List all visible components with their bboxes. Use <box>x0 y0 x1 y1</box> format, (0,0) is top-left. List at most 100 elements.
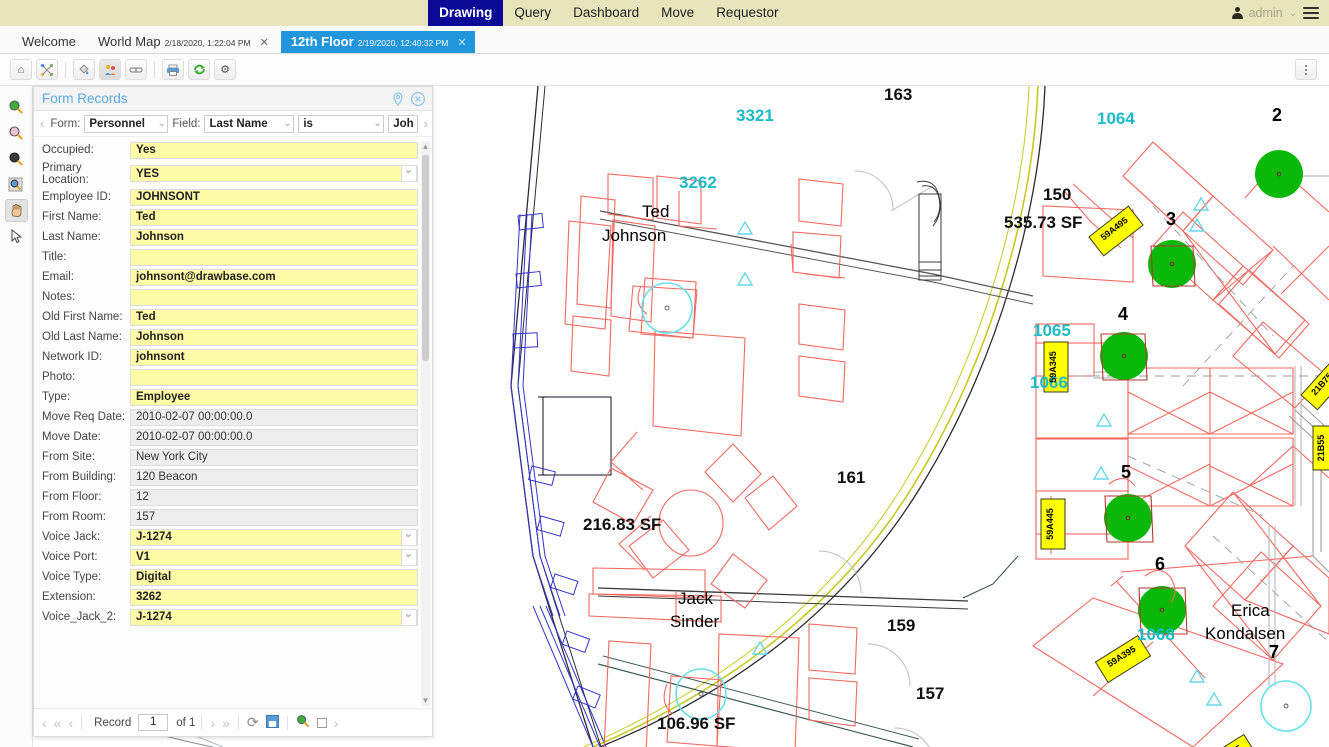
nav-item-query[interactable]: Query <box>503 0 562 26</box>
home-icon[interactable]: ⌂ <box>10 59 32 80</box>
toolbar-separator <box>65 61 66 78</box>
more-options-icon[interactable] <box>1295 59 1317 80</box>
site-boundary-yellow <box>592 86 1039 747</box>
first-record-icon[interactable]: ‹ <box>40 715 49 731</box>
nav-item-requestor[interactable]: Requestor <box>705 0 789 26</box>
tab-timestamp: 2/18/2020, 1:22:04 PM <box>164 38 251 48</box>
field-input-photo[interactable] <box>130 368 418 386</box>
field-input-voice-port[interactable]: V1 <box>130 547 418 566</box>
asset-number-4: 4 <box>1118 304 1128 324</box>
site-boundary-dark <box>599 86 1046 747</box>
refresh-icon[interactable]: ⟳ <box>245 714 261 731</box>
prev-record-icon[interactable]: ‹ <box>66 715 75 731</box>
field-input-voice-jack[interactable]: J-1274 <box>130 527 418 546</box>
field-input-title[interactable] <box>130 248 418 266</box>
field-label: From Building: <box>42 471 117 483</box>
user-menu[interactable]: admin ⌄ <box>1231 4 1320 22</box>
tag-text-59a345: 59A345 <box>1048 351 1058 383</box>
zoom-in-icon[interactable] <box>5 95 28 118</box>
people-icon[interactable] <box>99 59 121 80</box>
person-marker-ted-johnson <box>641 282 693 334</box>
search-value-input[interactable]: Joh <box>388 114 418 133</box>
drawing-toolbar: ⌂ ⚙ <box>0 54 1329 86</box>
save-icon[interactable] <box>264 714 281 731</box>
panel-title: Form Records <box>42 91 128 106</box>
record-number-input[interactable]: 1 <box>138 714 169 731</box>
dropdown-button[interactable] <box>401 528 417 546</box>
dropdown-button[interactable] <box>401 548 417 566</box>
field-value: YES <box>136 167 160 180</box>
field-label: Voice Jack: <box>42 531 101 543</box>
dropdown-button[interactable] <box>401 165 417 182</box>
tab-12th-floor[interactable]: 12th Floor 2/19/2020, 12:40:32 PM ✕ <box>280 31 475 53</box>
settings-icon[interactable]: ⚙ <box>214 59 236 80</box>
operator-select[interactable]: is ⌄ <box>298 114 385 133</box>
close-icon[interactable]: ✕ <box>260 36 269 49</box>
prev-page-icon[interactable]: « <box>52 715 64 731</box>
zoom-window-icon[interactable] <box>5 147 28 170</box>
link-icon[interactable] <box>125 59 147 80</box>
vertical-dots-glyph <box>1305 64 1307 75</box>
room-boxes-right <box>1035 323 1294 560</box>
field-label: Old Last Name: <box>42 331 122 343</box>
nav-item-dashboard[interactable]: Dashboard <box>562 0 650 26</box>
jack-label-1065: 1065 <box>1033 321 1071 340</box>
field-label: Notes: <box>42 291 76 303</box>
find-icon[interactable] <box>294 714 312 731</box>
select-box-icon[interactable] <box>315 715 329 731</box>
field-label: Old First Name: <box>42 311 123 323</box>
field-input-employee-id[interactable]: JOHNSONT <box>130 188 418 206</box>
chevron-down-icon[interactable]: ⌄ <box>1289 8 1297 19</box>
field-input-old-first-name[interactable]: Ted <box>130 308 418 326</box>
field-select-value: Last Name <box>209 117 268 130</box>
field-input-type[interactable]: Employee <box>130 388 418 406</box>
pan-hand-icon[interactable] <box>4 199 28 222</box>
nav-item-drawing[interactable]: Drawing <box>428 0 504 26</box>
next-page-icon[interactable]: » <box>220 715 232 731</box>
zoom-extents-icon[interactable] <box>5 173 28 196</box>
map-pin-icon[interactable] <box>390 91 406 107</box>
field-input-voice-jack-2[interactable]: J-1274 <box>130 607 418 626</box>
tab-world-map[interactable]: World Map 2/18/2020, 1:22:04 PM ✕ <box>88 31 277 53</box>
nav-item-move[interactable]: Move <box>650 0 705 26</box>
corridor-wall-lower <box>597 663 914 747</box>
more-icon[interactable]: › <box>332 715 341 731</box>
query-prev-arrow[interactable]: ‹ <box>38 116 46 131</box>
paint-bucket-icon[interactable] <box>73 59 95 80</box>
form-select[interactable]: Personnel ⌄ <box>84 114 169 133</box>
next-record-icon[interactable]: › <box>208 715 217 731</box>
scroll-down-arrow[interactable]: ▼ <box>421 695 430 706</box>
zoom-out-icon[interactable] <box>5 121 28 144</box>
field-input-network-id[interactable]: johnsont <box>130 348 418 366</box>
scrollbar-thumb[interactable] <box>422 155 429 361</box>
field-input-notes[interactable] <box>130 288 418 306</box>
field-input-occupied[interactable]: Yes <box>130 141 418 159</box>
field-input-first-name[interactable]: Ted <box>130 208 418 226</box>
field-select[interactable]: Last Name ⌄ <box>204 114 295 133</box>
asset-marker-3 <box>1148 240 1196 288</box>
field-input-extension[interactable]: 3262 <box>130 588 418 606</box>
scroll-up-arrow[interactable]: ▲ <box>421 141 430 152</box>
field-row-extension: Extension: 3262 <box>34 587 432 607</box>
refresh-icon[interactable] <box>188 59 210 80</box>
tab-welcome[interactable]: Welcome <box>12 31 84 53</box>
hamburger-menu-icon[interactable] <box>1303 4 1320 22</box>
close-icon[interactable]: ✕ <box>457 36 466 49</box>
field-input-email[interactable]: johnsont@drawbase.com <box>130 268 418 286</box>
tag-text-21b55: 21B55 <box>1316 435 1326 462</box>
field-input-old-last-name[interactable]: Johnson <box>130 328 418 346</box>
fields-scrollbar[interactable]: ▲ ▼ <box>421 141 430 706</box>
field-input-last-name[interactable]: Johnson <box>130 228 418 246</box>
query-next-arrow[interactable]: › <box>422 116 430 131</box>
select-cursor-icon[interactable] <box>5 225 28 248</box>
room-label-157: 157 <box>916 684 944 703</box>
field-input-voice-type[interactable]: Digital <box>130 568 418 586</box>
asset-number-2: 2 <box>1272 105 1282 125</box>
dropdown-button[interactable] <box>401 608 417 626</box>
print-icon[interactable] <box>162 59 184 80</box>
field-input-from-building: 120 Beacon <box>130 468 418 486</box>
close-circle-icon[interactable] <box>410 91 426 107</box>
record-bar-separator <box>201 715 203 730</box>
fit-extents-icon[interactable] <box>36 59 58 80</box>
field-input-primary-location[interactable]: YES <box>130 163 418 182</box>
